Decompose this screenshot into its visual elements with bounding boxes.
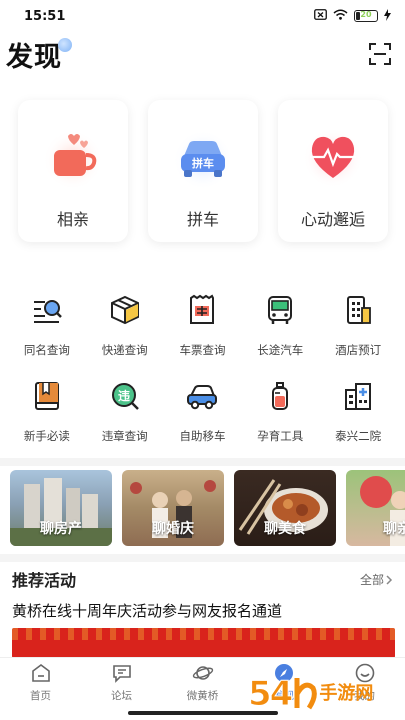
svg-text:违: 违 [118,388,130,403]
feature-card-label: 拼车 [186,210,219,229]
move-car-icon [184,378,220,414]
grid-item-long-bus[interactable]: 长途汽车 [241,286,319,372]
hospital-icon [340,378,376,414]
view-all-label: 全部 [359,572,384,587]
topic-image-strip[interactable]: 聊房产 聊婚庆 聊美食 聊亲 [10,470,405,546]
status-time: 15:51 [24,8,66,24]
hotel-icon [340,292,376,328]
feature-card-label: 心动邂逅 [300,210,365,229]
topic-card-real-estate[interactable]: 聊房产 [10,470,112,546]
grid-item-name-search[interactable]: 同名查询 [8,286,86,372]
violation-icon: 违 [107,378,143,414]
planet-icon [192,662,214,684]
ticket-icon [184,292,220,328]
topic-card-label: 聊亲 [383,521,405,537]
home-indicator [128,711,278,715]
car-icon: 拼车 [172,126,234,188]
section-divider [0,458,405,466]
scan-icon[interactable] [369,43,391,65]
nav-label: 论坛 [111,690,132,702]
activity-banner[interactable] [12,628,395,658]
grid-item-hotel[interactable]: 酒店预订 [319,286,397,372]
grid-item-label: 酒店预订 [335,343,382,357]
nav-item-forum[interactable]: 论坛 [87,658,157,709]
nav-item-home[interactable]: 首页 [6,658,76,709]
status-icons: 20 [314,8,391,24]
cup-heart-icon [42,126,104,188]
watermark-number: 54 [247,674,293,715]
grid-item-violation[interactable]: 违 违章查询 [86,372,164,458]
grid-item-hospital[interactable]: 泰兴二院 [319,372,397,458]
grid-item-label: 快递查询 [101,343,148,357]
status-bar: 15:51 20 [0,0,405,32]
chevron-right-icon [386,570,393,589]
grid-item-label: 同名查询 [23,343,70,357]
feature-card-heartbeat[interactable]: 心动邂逅 [278,100,388,242]
watermark-text: 手游网 [319,683,374,704]
recommended-title: 推荐活动 [12,571,77,590]
grid-item-label: 泰兴二院 [335,429,382,443]
grid-item-label: 孕育工具 [257,429,304,443]
grid-item-label: 自助移车 [179,429,226,443]
grid-item-baby-tools[interactable]: 孕育工具 [241,372,319,458]
feature-cards: 相亲 拼车 拼车 心动邂逅 [18,100,388,242]
grid-item-express[interactable]: 快递查询 [86,286,164,372]
topic-card-label: 聊美食 [264,521,306,537]
activity-title[interactable]: 黄桥在线十周年庆活动参与网友报名通道 [12,600,282,621]
nav-label: 微黄桥 [186,690,219,702]
battery-icon: 20 [354,10,378,22]
service-grid: 同名查询 快递查询 车票查询 长途汽车 酒店预订 新手必读 违 违章查询 自助移… [0,286,405,458]
charging-icon [384,8,391,24]
recommended-header: 推荐活动 全部 [0,566,405,592]
grid-item-ticket[interactable]: 车票查询 [164,286,242,372]
grid-item-label: 新手必读 [23,429,70,443]
topic-card-label: 聊房产 [40,521,82,537]
feature-card-label: 相亲 [56,210,89,229]
feature-card-matchmaking[interactable]: 相亲 [18,100,128,242]
feature-card-carpool[interactable]: 拼车 拼车 [148,100,258,242]
heart-pulse-icon [302,126,364,188]
topic-card-wedding[interactable]: 聊婚庆 [122,470,224,546]
topic-card-label: 聊婚庆 [152,521,194,537]
topic-card-food[interactable]: 聊美食 [234,470,336,546]
nav-item-weihuangqiao[interactable]: 微黄桥 [168,658,238,709]
grid-item-label: 长途汽车 [257,343,304,357]
nav-label: 首页 [30,690,51,702]
grid-item-move-car[interactable]: 自助移车 [164,372,242,458]
grid-item-label: 违章查询 [101,429,148,443]
topic-card-dating[interactable]: 聊亲 [346,470,405,546]
page-title: 发现 [6,41,62,73]
baby-bottle-icon [262,378,298,414]
section-divider [0,554,405,562]
view-all-link[interactable]: 全部 [360,570,393,589]
book-icon [29,378,65,414]
page-title-wrap: 发现 [6,35,72,74]
grid-item-beginner[interactable]: 新手必读 [8,372,86,458]
package-icon [107,292,143,328]
home-icon [30,662,52,684]
header: 发现 [0,32,405,76]
bus-icon [262,292,298,328]
wifi-icon [333,9,348,23]
svg-text:拼车: 拼车 [192,156,214,170]
watermark-logo-icon [294,678,318,710]
service-grid-row: 同名查询 快递查询 车票查询 长途汽车 酒店预订 [0,286,405,372]
name-search-icon [29,292,65,328]
service-grid-row: 新手必读 违 违章查询 自助移车 孕育工具 泰兴二院 [0,372,405,458]
no-sim-icon [314,9,327,23]
forum-icon [111,662,133,684]
title-decoration-dot [58,37,72,52]
grid-item-label: 车票查询 [179,343,226,357]
